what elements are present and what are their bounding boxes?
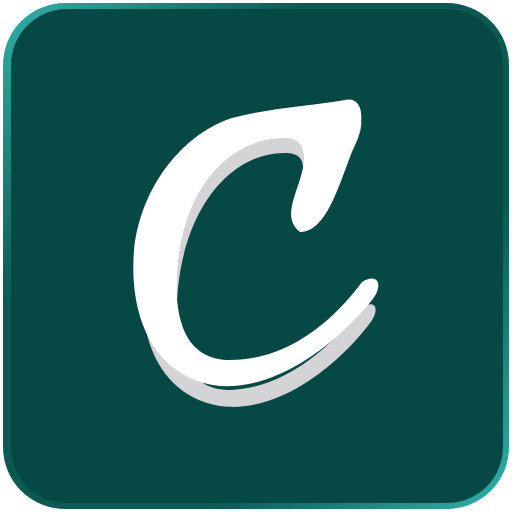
app-icon-graphic — [3, 3, 509, 509]
app-icon[interactable] — [0, 0, 512, 512]
icon-background — [11, 9, 503, 503]
